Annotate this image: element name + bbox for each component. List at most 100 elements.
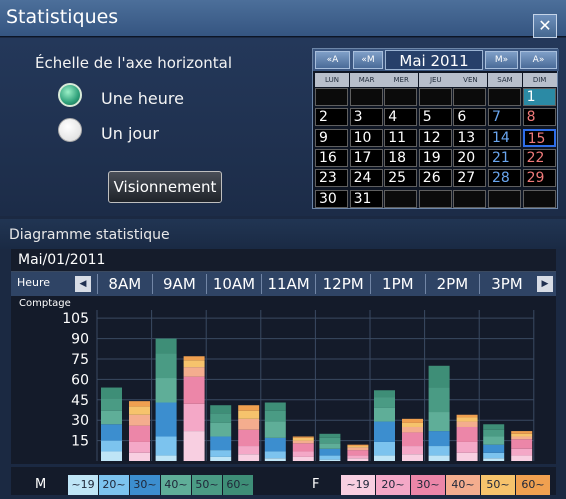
calendar-day-cell[interactable]: 15 [522,128,556,147]
calendar-day-cell[interactable]: 13 [453,128,487,147]
y-tick-label: 105 [62,311,89,327]
view-button[interactable]: Visionnement [108,171,222,203]
calendar-day-cell[interactable]: 18 [384,148,418,167]
calendar-day-cell[interactable]: 30 [315,189,348,208]
calendar-day-cell[interactable]: 10 [349,128,383,147]
diagram-date: Mai/01/2011 [18,252,106,268]
bar-segment-m-8am [101,440,122,452]
calendar-day-name: SAM [488,73,522,87]
bar-segment-m-8am [101,424,122,441]
legend-female-0: ~19 [341,475,375,495]
calendar-day-cell[interactable]: 12 [418,128,452,147]
legend-female-5: 60~ [516,475,550,495]
bar-segment-f-12pm [347,458,369,461]
bar-segment-f-8am [129,414,150,426]
bar-segment-m-11am [264,451,286,459]
radio-one-day[interactable] [58,118,82,142]
radio-one-day-label[interactable]: Un jour [101,124,159,143]
calendar-day-cell[interactable]: 22 [522,148,556,167]
bar-segment-m-8am [101,387,122,399]
bar-segment-f-9am [183,376,205,404]
bar-segment-f-9am [183,403,205,432]
calendar-day-name: DIM [522,73,557,87]
bar-segment-f-11am [292,451,314,457]
hour-axis-label: Heure [17,276,51,289]
calendar-day-cell[interactable]: 16 [315,148,348,167]
hour-label: 2PM [424,274,480,294]
calendar-empty-cell [418,189,452,208]
calendar-day-cell[interactable]: 11 [384,128,418,147]
calendar-day-cell[interactable]: 19 [418,148,452,167]
y-tick-label: 45 [71,393,89,409]
bar-segment-m-2pm [428,387,450,413]
bar-segment-f-9am [183,356,205,361]
calendar-day-cell[interactable]: 25 [384,169,418,188]
radio-one-hour[interactable] [58,83,82,107]
calendar-day-cell[interactable]: 20 [453,148,487,167]
bar-segment-m-8am [101,451,122,461]
hour-label: 9AM [151,274,207,294]
bar-segment-m-2pm [428,431,450,447]
calendar-day-cell[interactable]: 7 [488,108,521,127]
calendar-day-cell[interactable]: 14 [488,128,521,147]
bar-segment-m-2pm [428,365,450,388]
calendar-day-cell[interactable]: 5 [418,108,452,127]
bar-segment-f-11am [292,437,314,441]
bar-segment-f-1pm [402,418,423,423]
prev-year-button[interactable]: «A [315,51,350,69]
y-tick-label: 75 [71,352,89,368]
bar-segment-f-11am [292,456,314,461]
legend-male-0: ~19 [68,475,98,495]
calendar-day-cell[interactable]: 8 [522,108,556,127]
bar-segment-f-3pm [511,455,533,461]
bar-segment-f-10am [238,446,260,455]
legend-female-label: F [312,477,320,492]
calendar-day-cell[interactable]: 26 [418,169,452,188]
bar-segment-m-9am [155,353,177,379]
next-month-button[interactable]: M» [485,51,518,69]
calendar-day-cell[interactable]: 9 [315,128,348,147]
bar-segment-f-11am [292,436,314,438]
bar-segment-f-8am [129,401,150,407]
prev-month-button[interactable]: «M [353,51,383,69]
calendar-day-cell[interactable]: 29 [522,169,556,188]
calendar-day-cell[interactable]: 6 [453,108,487,127]
bar-segment-m-11am [264,458,286,461]
bar-segment-f-3pm [511,439,533,449]
calendar-day-cell[interactable]: 28 [488,169,521,188]
bar-segment-m-12pm [319,455,341,460]
calendar-day-name: VEN [453,73,488,87]
calendar-day-cell[interactable]: 31 [349,189,383,208]
calendar-day-cell[interactable]: 24 [349,169,383,188]
bar-segment-m-1pm [374,421,395,442]
hour-label: 3PM [479,274,534,294]
calendar-day-cell[interactable]: 2 [315,108,348,127]
calendar-day-cell[interactable]: 4 [384,108,418,127]
calendar-empty-cell [453,88,487,106]
bar-segment-m-3pm [483,429,505,437]
bar-segment-m-10am [210,436,232,451]
calendar-day-cell[interactable]: 27 [453,169,487,188]
legend-female-3: 40~ [446,475,480,495]
bar-segment-f-11am [292,440,314,444]
y-tick-label: 30 [71,413,89,429]
bar-segment-f-3pm [511,433,533,437]
radio-one-hour-label[interactable]: Une heure [101,89,184,108]
bar-segment-m-3pm [483,458,505,461]
next-year-button[interactable]: A» [520,51,557,69]
y-axis-label: Comptage [19,298,71,309]
calendar-day-cell[interactable]: 23 [315,169,348,188]
bar-segment-f-8am [129,406,150,415]
bar-segment-f-2pm [456,441,478,453]
calendar-day-cell[interactable]: 21 [488,148,521,167]
y-tick-label: 90 [71,332,89,348]
close-icon[interactable]: ✕ [533,14,557,38]
bar-segment-f-12pm [347,444,369,447]
bar-segment-m-9am [155,455,177,461]
calendar-day-cell[interactable]: 17 [349,148,383,167]
calendar-day-cell[interactable]: 1 [522,88,556,106]
hour-next-button[interactable]: ▶ [537,276,553,292]
bar-segment-f-1pm [402,422,423,427]
calendar-day-cell[interactable]: 3 [349,108,383,127]
hour-prev-button[interactable]: ◀ [75,276,91,292]
